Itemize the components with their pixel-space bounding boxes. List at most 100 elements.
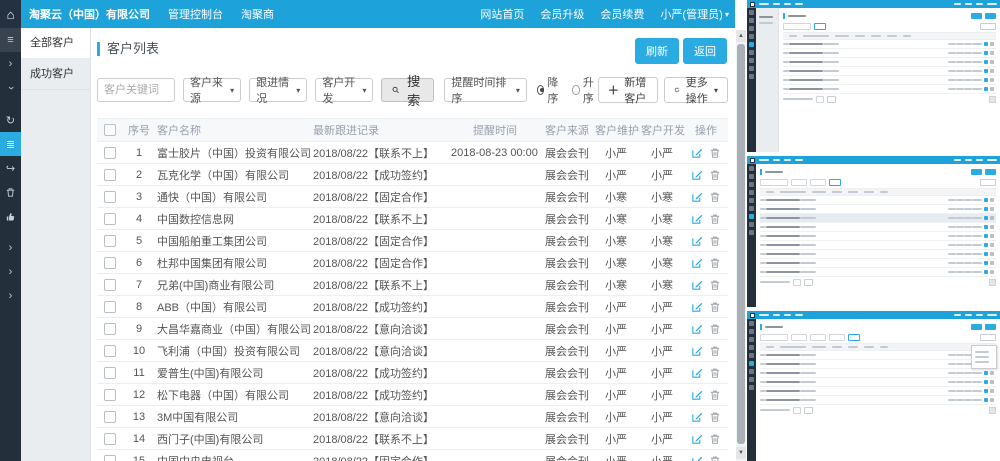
thumbnail-screenshot-3[interactable] <box>747 311 1000 461</box>
sort-desc-radio[interactable]: 降序 <box>537 74 562 106</box>
scroll-down-arrow[interactable]: ▼ <box>736 447 746 459</box>
edit-icon[interactable] <box>691 169 703 181</box>
row-checkbox[interactable] <box>104 301 116 313</box>
row-checkbox[interactable] <box>104 235 116 247</box>
delete-icon[interactable] <box>709 279 721 291</box>
customer-name: 中国船舶重工集团公司 <box>155 233 311 249</box>
chevron-down-icon: ▾ <box>230 86 234 95</box>
chevron-down-icon[interactable]: › <box>0 76 21 100</box>
edit-icon[interactable] <box>691 213 703 225</box>
edit-icon[interactable] <box>691 257 703 269</box>
develop-select[interactable]: 客户开发▾ <box>315 78 373 102</box>
delete-icon[interactable] <box>709 411 721 423</box>
sidebar-item-all-customers[interactable]: 全部客户 <box>21 28 90 59</box>
trash-icon[interactable] <box>0 180 21 204</box>
progress-select[interactable]: 跟进情况▾ <box>249 78 307 102</box>
thumbnail-screenshot-2[interactable] <box>747 156 1000 307</box>
delete-icon[interactable] <box>709 235 721 247</box>
nav-item-taojushang[interactable]: 淘聚商 <box>241 6 274 22</box>
row-checkbox[interactable] <box>104 191 116 203</box>
more-actions-button[interactable]: 更多操作 ▾ <box>664 77 728 103</box>
edit-icon[interactable] <box>691 147 703 159</box>
delete-icon[interactable] <box>709 257 721 269</box>
delete-icon[interactable] <box>709 323 721 335</box>
search-button[interactable]: 搜索 <box>381 78 434 102</box>
nav-item-member-renew[interactable]: 会员续费 <box>600 6 644 22</box>
sort-asc-radio[interactable]: 升序 <box>572 74 597 106</box>
row-checkbox[interactable] <box>104 147 116 159</box>
edit-icon[interactable] <box>691 279 703 291</box>
sort-select[interactable]: 提醒时间排序▾ <box>444 78 527 102</box>
like-icon[interactable] <box>0 204 21 228</box>
source-select[interactable]: 客户来源▾ <box>183 78 241 102</box>
delete-icon[interactable] <box>709 455 721 461</box>
delete-icon[interactable] <box>709 433 721 445</box>
edit-icon[interactable] <box>691 191 703 203</box>
delete-icon[interactable] <box>709 367 721 379</box>
row-checkbox[interactable] <box>104 279 116 291</box>
row-checkbox[interactable] <box>104 323 116 335</box>
customer-list-panel: 客户列表 刷新 返回 客户来源▾ 跟进情况▾ 客户开发▾ 搜索 <box>91 28 735 461</box>
followup-record: 2018/08/22【成功签约】 <box>311 365 449 381</box>
edit-icon[interactable] <box>691 367 703 379</box>
sidebar-item-success-customers[interactable]: 成功客户 <box>21 59 90 90</box>
scroll-up-arrow[interactable]: ▲ <box>736 30 746 42</box>
nav-item-console[interactable]: 管理控制台 <box>168 6 223 22</box>
edit-icon[interactable] <box>691 433 703 445</box>
edit-icon[interactable] <box>691 323 703 335</box>
home-button[interactable]: ⌂ <box>0 0 21 28</box>
keyword-input[interactable] <box>97 78 175 102</box>
row-checkbox[interactable] <box>104 345 116 357</box>
row-checkbox[interactable] <box>104 433 116 445</box>
customer-source: 展会会刊 <box>541 453 593 461</box>
chevron-right-icon[interactable]: › <box>0 52 21 76</box>
chevron-right-icon[interactable]: › <box>0 260 21 284</box>
row-checkbox[interactable] <box>104 169 116 181</box>
delete-icon[interactable] <box>709 389 721 401</box>
customer-list-icon[interactable]: ≣ <box>0 132 21 156</box>
history-icon[interactable]: ↻ <box>0 108 21 132</box>
customer-source: 展会会刊 <box>541 167 593 183</box>
row-checkbox[interactable] <box>104 213 116 225</box>
row-number: 13 <box>123 411 155 423</box>
delete-icon[interactable] <box>709 301 721 313</box>
edit-icon[interactable] <box>691 345 703 357</box>
delete-icon[interactable] <box>709 213 721 225</box>
back-button[interactable]: 返回 <box>683 38 727 64</box>
add-customer-button[interactable]: ＋ 新增客户 <box>598 77 658 103</box>
edit-icon[interactable] <box>691 389 703 401</box>
followup-record: 2018/08/22【联系不上】 <box>311 145 449 161</box>
menu-icon[interactable]: ≡ <box>0 28 21 52</box>
edit-icon[interactable] <box>691 455 703 461</box>
customer-keeper: 小严 <box>593 431 639 447</box>
refresh-button[interactable]: 刷新 <box>635 38 679 64</box>
nav-item-member-upgrade[interactable]: 会员升级 <box>540 6 584 22</box>
search-icon <box>392 85 399 95</box>
col-header-remind: 提醒时间 <box>449 122 541 138</box>
table-header-row: 序号 客户名称 最新跟进记录 提醒时间 客户来源 客户维护 客户开发 操作 <box>97 118 728 142</box>
delete-icon[interactable] <box>709 169 721 181</box>
delete-icon[interactable] <box>709 191 721 203</box>
customer-name: ABB（中国）有限公司 <box>155 299 311 315</box>
chevron-right-icon[interactable]: › <box>0 236 21 260</box>
row-checkbox[interactable] <box>104 257 116 269</box>
top-navbar: ⌂ 淘聚云（中国）有限公司 管理控制台 淘聚商 网站首页 会员升级 会员续费 小… <box>0 0 735 28</box>
edit-icon[interactable] <box>691 301 703 313</box>
scrollbar-thumb[interactable] <box>737 44 745 444</box>
edit-icon[interactable] <box>691 235 703 247</box>
delete-icon[interactable] <box>709 345 721 357</box>
edit-icon[interactable] <box>691 411 703 423</box>
user-menu[interactable]: 小严(管理员) ▾ <box>660 6 729 22</box>
row-checkbox[interactable] <box>104 411 116 423</box>
select-all-checkbox[interactable] <box>104 124 116 136</box>
thumbnail-screenshot-1[interactable] <box>747 0 1000 152</box>
thumb-open-dropdown <box>971 345 997 369</box>
delete-icon[interactable] <box>709 147 721 159</box>
logout-icon[interactable]: ↪ <box>0 156 21 180</box>
row-checkbox[interactable] <box>104 367 116 379</box>
customer-keeper: 小严 <box>593 321 639 337</box>
row-checkbox[interactable] <box>104 455 116 461</box>
row-checkbox[interactable] <box>104 389 116 401</box>
nav-item-site-home[interactable]: 网站首页 <box>480 6 524 22</box>
chevron-right-icon[interactable]: › <box>0 284 21 308</box>
